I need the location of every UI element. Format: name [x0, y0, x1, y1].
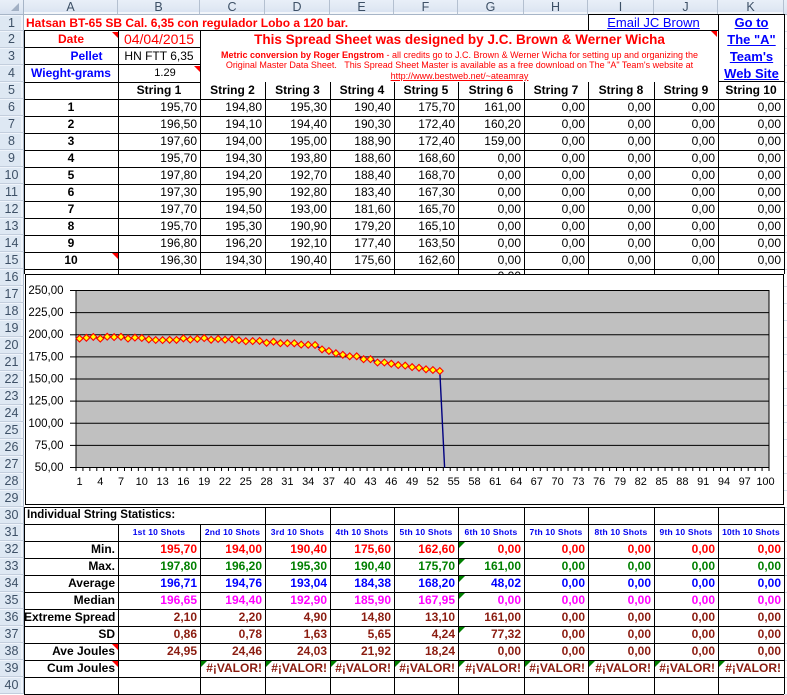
svg-text:225,00: 225,00	[28, 307, 63, 319]
svg-text:73: 73	[572, 476, 584, 488]
svg-text:67: 67	[531, 476, 543, 488]
svg-text:97: 97	[739, 476, 751, 488]
svg-text:94: 94	[718, 476, 730, 488]
svg-text:250,00: 250,00	[28, 285, 63, 297]
svg-text:28: 28	[260, 476, 272, 488]
svg-text:22: 22	[219, 476, 231, 488]
svg-text:125,00: 125,00	[28, 395, 63, 407]
svg-text:55: 55	[448, 476, 460, 488]
svg-text:43: 43	[364, 476, 376, 488]
svg-text:91: 91	[697, 476, 709, 488]
svg-text:75,00: 75,00	[35, 439, 64, 451]
svg-text:58: 58	[468, 476, 480, 488]
svg-text:40: 40	[344, 476, 356, 488]
svg-text:79: 79	[614, 476, 626, 488]
svg-text:100,00: 100,00	[28, 417, 63, 429]
svg-text:7: 7	[118, 476, 124, 488]
svg-text:76: 76	[593, 476, 605, 488]
svg-text:82: 82	[635, 476, 647, 488]
svg-text:200,00: 200,00	[28, 329, 63, 341]
svg-text:150,00: 150,00	[28, 373, 63, 385]
svg-text:4: 4	[97, 476, 103, 488]
svg-text:88: 88	[676, 476, 688, 488]
svg-text:175,00: 175,00	[28, 351, 63, 363]
svg-text:64: 64	[510, 476, 522, 488]
svg-text:37: 37	[323, 476, 335, 488]
svg-text:19: 19	[198, 476, 210, 488]
svg-text:25: 25	[240, 476, 252, 488]
svg-text:46: 46	[385, 476, 397, 488]
svg-text:61: 61	[489, 476, 501, 488]
svg-text:85: 85	[655, 476, 667, 488]
svg-text:31: 31	[281, 476, 293, 488]
svg-text:70: 70	[551, 476, 563, 488]
svg-text:13: 13	[156, 476, 168, 488]
svg-text:10: 10	[136, 476, 148, 488]
svg-text:34: 34	[302, 476, 314, 488]
svg-text:50,00: 50,00	[35, 462, 64, 474]
svg-text:1: 1	[76, 476, 82, 488]
svg-text:52: 52	[427, 476, 439, 488]
svg-text:100: 100	[756, 476, 774, 488]
svg-text:16: 16	[177, 476, 189, 488]
svg-text:49: 49	[406, 476, 418, 488]
